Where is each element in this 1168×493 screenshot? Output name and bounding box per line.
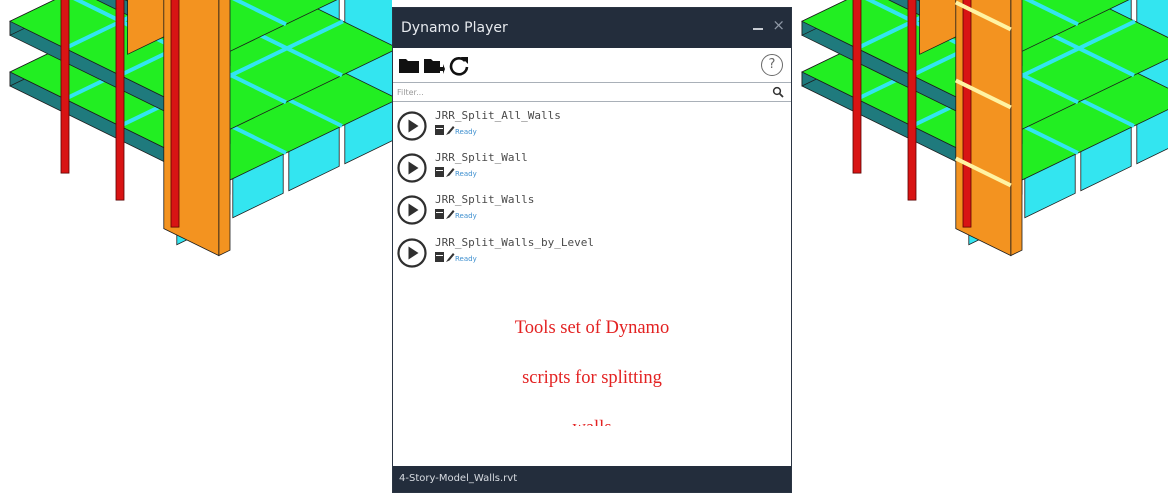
overlay-caption: Tools set of Dynamo scripts for splittin… xyxy=(393,317,791,426)
column xyxy=(962,0,972,228)
window-title: Dynamo Player xyxy=(401,20,508,36)
script-name: JRR_Split_All_Walls xyxy=(435,109,561,122)
script-item[interactable]: JRR_Split_All_Walls Ready xyxy=(393,109,791,149)
script-name: JRR_Split_Walls_by_Level xyxy=(435,236,594,249)
script-status: Ready xyxy=(455,128,477,136)
end-wall-front xyxy=(1010,0,1023,257)
script-status: Ready xyxy=(455,170,477,178)
column xyxy=(907,0,917,201)
script-item[interactable]: JRR_Split_Walls_by_Level Ready xyxy=(393,236,791,276)
column xyxy=(170,0,180,228)
building-model-left xyxy=(9,0,392,257)
column xyxy=(852,0,862,174)
file-name: 4-Story-Model_Walls.rvt xyxy=(399,473,518,484)
building-model-right xyxy=(801,0,1168,257)
filter-input[interactable] xyxy=(397,84,757,100)
script-item[interactable]: JRR_Split_Wall Ready xyxy=(393,151,791,191)
title-bar: Dynamo Player × xyxy=(393,8,791,48)
play-icon[interactable] xyxy=(397,195,427,225)
play-icon[interactable] xyxy=(397,153,427,183)
script-item[interactable]: JRR_Split_Walls Ready xyxy=(393,193,791,233)
script-status: Ready xyxy=(455,212,477,220)
script-name: JRR_Split_Wall xyxy=(435,151,528,164)
caption-line-3: walls xyxy=(393,416,791,426)
script-edit-icons xyxy=(435,125,455,135)
caption-line-1: Tools set of Dynamo xyxy=(514,318,670,338)
refresh-icon[interactable] xyxy=(448,54,470,76)
close-button[interactable]: × xyxy=(772,15,785,35)
help-icon[interactable]: ? xyxy=(761,54,783,76)
open-folder-icon[interactable] xyxy=(398,54,420,76)
script-edit-icons xyxy=(435,252,455,262)
script-name: JRR_Split_Walls xyxy=(435,193,535,206)
script-status: Ready xyxy=(455,255,477,263)
column xyxy=(60,0,70,174)
search-icon[interactable] xyxy=(772,86,784,98)
end-wall-front xyxy=(218,0,231,257)
column xyxy=(115,0,125,201)
play-icon[interactable] xyxy=(397,238,427,268)
filter-bar xyxy=(393,82,791,102)
script-edit-icons xyxy=(435,209,455,219)
folder-export-icon[interactable] xyxy=(423,54,445,76)
toolbar: ? xyxy=(393,48,791,82)
play-icon[interactable] xyxy=(397,111,427,141)
status-bar: 4-Story-Model_Walls.rvt xyxy=(393,466,791,492)
caption-line-2: scripts for splitting xyxy=(522,368,662,388)
minimize-button[interactable] xyxy=(751,17,765,37)
script-edit-icons xyxy=(435,167,455,177)
dynamo-player-panel: Dynamo Player × ? JRR_Split_All_Walls xyxy=(392,7,792,493)
